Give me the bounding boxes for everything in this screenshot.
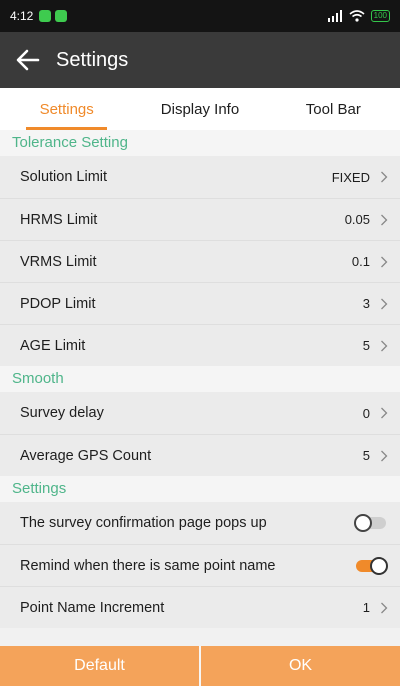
section-header-tolerance: Tolerance Setting <box>0 130 400 156</box>
row-value: 1 <box>362 600 370 615</box>
tab-settings[interactable]: Settings <box>0 88 133 130</box>
chevron-right-icon <box>381 407 388 419</box>
row-label: Solution Limit <box>20 169 108 185</box>
tab-bar: Settings Display Info Tool Bar <box>0 88 400 130</box>
row-label: PDOP Limit <box>20 295 96 312</box>
status-icons: 100 <box>327 10 390 22</box>
row-label: AGE Limit <box>20 337 86 354</box>
row-value: 0.1 <box>351 254 370 269</box>
section-header-smooth: Smooth <box>0 366 400 392</box>
row-label: Average GPS Count <box>20 447 152 464</box>
row-label: HRMS Limit <box>20 211 98 228</box>
pdop-limit-row[interactable]: PDOP Limit 3 <box>0 282 400 324</box>
confirmation-popup-row: The survey confirmation page pops up <box>0 502 400 544</box>
same-point-name-toggle[interactable] <box>354 556 388 575</box>
chevron-right-icon <box>381 171 388 183</box>
vrms-limit-row[interactable]: VRMS Limit 0.1 <box>0 240 400 282</box>
row-label: Point Name Increment <box>20 599 165 616</box>
notification-icon <box>39 10 52 22</box>
row-label: The survey confirmation page pops up <box>20 515 267 531</box>
section-header-settings: Settings <box>0 476 400 502</box>
notification-icon <box>55 10 68 22</box>
point-name-increment-row[interactable]: Point Name Increment 1 <box>0 586 400 628</box>
solution-limit-row[interactable]: Solution Limit FIXED <box>0 156 400 198</box>
row-label: VRMS Limit <box>20 253 97 270</box>
default-button[interactable]: Default <box>0 646 199 686</box>
ok-button[interactable]: OK <box>201 646 400 686</box>
row-value: 5 <box>362 338 370 353</box>
chevron-right-icon <box>381 340 388 351</box>
row-value: 5 <box>362 448 370 463</box>
hrms-limit-row[interactable]: HRMS Limit 0.05 <box>0 198 400 240</box>
survey-delay-row[interactable]: Survey delay 0 <box>0 392 400 434</box>
row-value: 3 <box>362 296 370 311</box>
settings-list[interactable]: Tolerance Setting Solution Limit FIXED H… <box>0 130 400 646</box>
row-value: FIXED <box>331 169 370 185</box>
row-label: Survey delay <box>20 405 104 421</box>
battery-icon: 100 <box>370 10 390 22</box>
row-label: Remind when there is same point name <box>20 557 276 574</box>
chevron-right-icon <box>381 450 388 461</box>
chevron-right-icon <box>381 214 388 225</box>
app-bar: Settings <box>0 32 400 88</box>
status-bar: 4:12 100 <box>0 0 400 32</box>
bottom-button-bar: Default OK <box>0 646 400 686</box>
confirmation-popup-toggle[interactable] <box>354 514 388 532</box>
age-limit-row[interactable]: AGE Limit 5 <box>0 324 400 366</box>
chevron-right-icon <box>381 602 388 613</box>
same-point-name-remind-row: Remind when there is same point name <box>0 544 400 586</box>
chevron-right-icon <box>381 298 388 309</box>
row-value: 0 <box>362 405 370 421</box>
wifi-icon <box>349 10 365 22</box>
status-time: 4:12 <box>10 9 34 23</box>
chevron-right-icon <box>381 256 388 267</box>
tab-display-info[interactable]: Display Info <box>133 88 266 130</box>
page-title: Settings <box>56 48 129 71</box>
row-value: 0.05 <box>344 212 370 227</box>
signal-icon <box>327 10 342 22</box>
average-gps-count-row[interactable]: Average GPS Count 5 <box>0 434 400 476</box>
back-arrow-icon[interactable] <box>14 46 42 74</box>
tab-tool-bar[interactable]: Tool Bar <box>267 88 400 130</box>
